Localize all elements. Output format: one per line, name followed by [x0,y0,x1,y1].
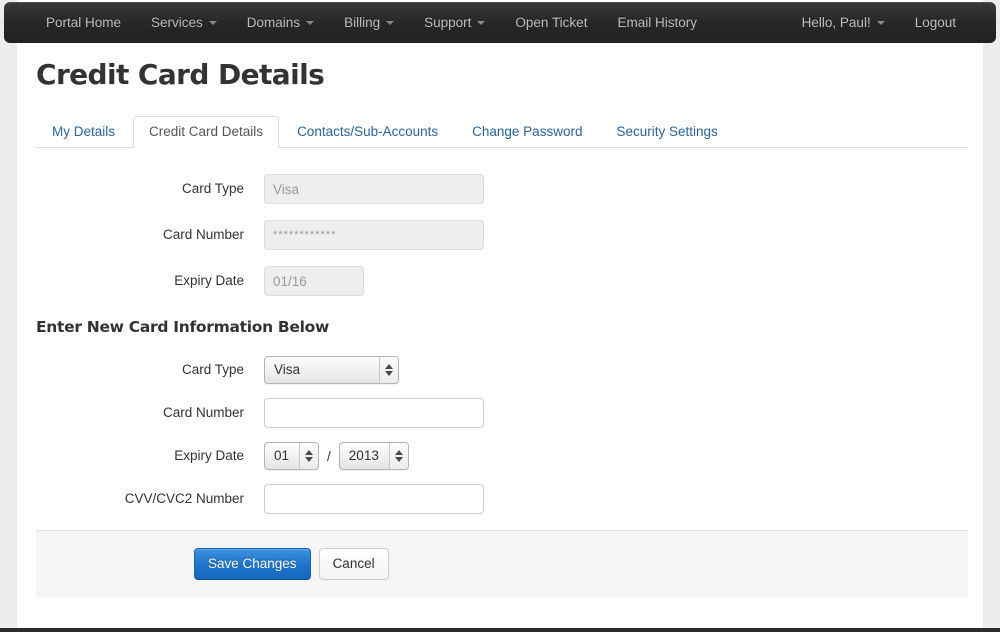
tab-credit-card-details[interactable]: Credit Card Details [133,116,280,148]
nav-item-label: Portal Home [46,15,122,30]
tab-label: Contacts/Sub-Accounts [297,124,439,139]
expiry-separator: / [327,448,331,464]
existing-card-type-label: Card Type [181,181,244,196]
new-card-type-row: Card Type Visa [36,356,968,384]
cancel-button[interactable]: Cancel [318,548,389,580]
new-card-section-heading: Enter New Card Information Below [36,318,330,336]
form-action-buttons: Save Changes Cancel [194,548,389,580]
nav-item-label: Services [151,15,203,30]
new-cvv-control [264,484,484,514]
nav-item-domains[interactable]: Domains [232,2,329,43]
navbar-right-group: Hello, Paul! Logout [787,2,971,43]
chevron-up-icon [394,450,403,455]
new-card-number-label: Card Number [162,405,244,420]
new-card-type-select[interactable]: Visa [264,356,399,384]
tab-label: Security Settings [616,124,718,139]
existing-expiry-date-label: Expiry Date [174,273,244,288]
tab-change-password[interactable]: Change Password [456,116,598,148]
nav-item-support[interactable]: Support [409,2,500,43]
nav-item-label: Hello, Paul! [801,15,871,30]
navbar-left-group: Portal Home Services Domains Billing Sup… [31,2,712,43]
nav-item-label: Support [424,15,472,30]
new-card-type-label: Card Type [181,362,244,377]
tab-my-details[interactable]: My Details [36,116,131,148]
nav-item-user-menu[interactable]: Hello, Paul! [787,2,900,43]
new-card-number-control [264,398,484,428]
credit-card-form: Card Type Card Number Expiry Date Enter … [36,148,968,597]
new-cvv-label: CVV/CVC2 Number [124,491,244,506]
tab-label: My Details [52,124,116,139]
existing-card-number-input [264,220,484,250]
chevron-up-icon [305,450,314,455]
chevron-up-icon [385,364,393,369]
nav-item-label: Email History [617,15,697,30]
new-cvv-row: CVV/CVC2 Number [36,484,968,514]
chevron-down-icon [208,20,217,25]
tab-bar: My Details Credit Card Details Contacts/… [36,116,968,148]
existing-expiry-date-row: Expiry Date [36,266,968,296]
chevron-down-icon [385,371,393,376]
stepper-arrows-icon[interactable] [388,443,408,469]
tab-label: Credit Card Details [149,124,264,139]
new-card-type-selected-value: Visa [274,362,301,377]
new-expiry-month-select[interactable]: 01 [264,442,320,470]
nav-item-services[interactable]: Services [136,2,232,43]
chevron-down-icon [394,457,403,462]
new-card-number-input[interactable] [264,398,484,428]
top-navbar: Portal Home Services Domains Billing Sup… [4,2,996,43]
main-content: Credit Card Details My Details Credit Ca… [36,52,968,597]
stepper-arrows-icon[interactable] [299,443,319,469]
chevron-down-icon [305,457,314,462]
existing-card-number-row: Card Number [36,220,968,250]
existing-card-type-input [264,174,484,204]
nav-item-logout[interactable]: Logout [900,2,971,43]
existing-expiry-date-input [264,266,364,296]
nav-item-open-ticket[interactable]: Open Ticket [500,2,602,43]
tab-label: Change Password [472,124,583,139]
new-card-type-control: Visa [264,356,399,384]
nav-item-billing[interactable]: Billing [329,2,409,43]
nav-item-portal-home[interactable]: Portal Home [31,2,136,43]
tab-contacts-sub-accounts[interactable]: Contacts/Sub-Accounts [281,116,454,148]
existing-card-number-control [264,220,484,250]
new-cvv-input[interactable] [264,484,484,514]
existing-expiry-date-control [264,266,364,296]
new-expiry-date-control: 01 / 2013 [264,442,409,470]
nav-item-label: Billing [344,15,381,30]
existing-card-type-control [264,174,484,204]
new-expiry-date-row: Expiry Date 01 / 2013 [36,442,968,470]
bottom-edge-bar [0,628,1000,632]
tab-security-settings[interactable]: Security Settings [600,116,733,148]
save-changes-button[interactable]: Save Changes [194,548,311,580]
chevron-down-icon [306,20,315,25]
nav-item-label: Logout [914,15,956,30]
new-card-number-row: Card Number [36,398,968,428]
nav-item-email-history[interactable]: Email History [602,2,712,43]
stepper-arrows-icon[interactable] [379,357,398,383]
app-root: Portal Home Services Domains Billing Sup… [0,0,1000,632]
form-action-bar: Save Changes Cancel [36,530,968,597]
nav-item-label: Open Ticket [515,15,588,30]
existing-card-type-row: Card Type [36,174,968,204]
new-expiry-year-select[interactable]: 2013 [338,442,409,470]
new-expiry-month-selected-value: 01 [274,448,290,463]
chevron-down-icon [876,20,885,25]
nav-item-label: Domains [246,15,301,30]
new-expiry-date-label: Expiry Date [174,448,244,463]
chevron-down-icon [386,20,395,25]
chevron-down-icon [477,20,486,25]
existing-card-number-label: Card Number [162,227,244,242]
page-title: Credit Card Details [36,58,325,91]
new-expiry-year-selected-value: 2013 [348,448,379,463]
